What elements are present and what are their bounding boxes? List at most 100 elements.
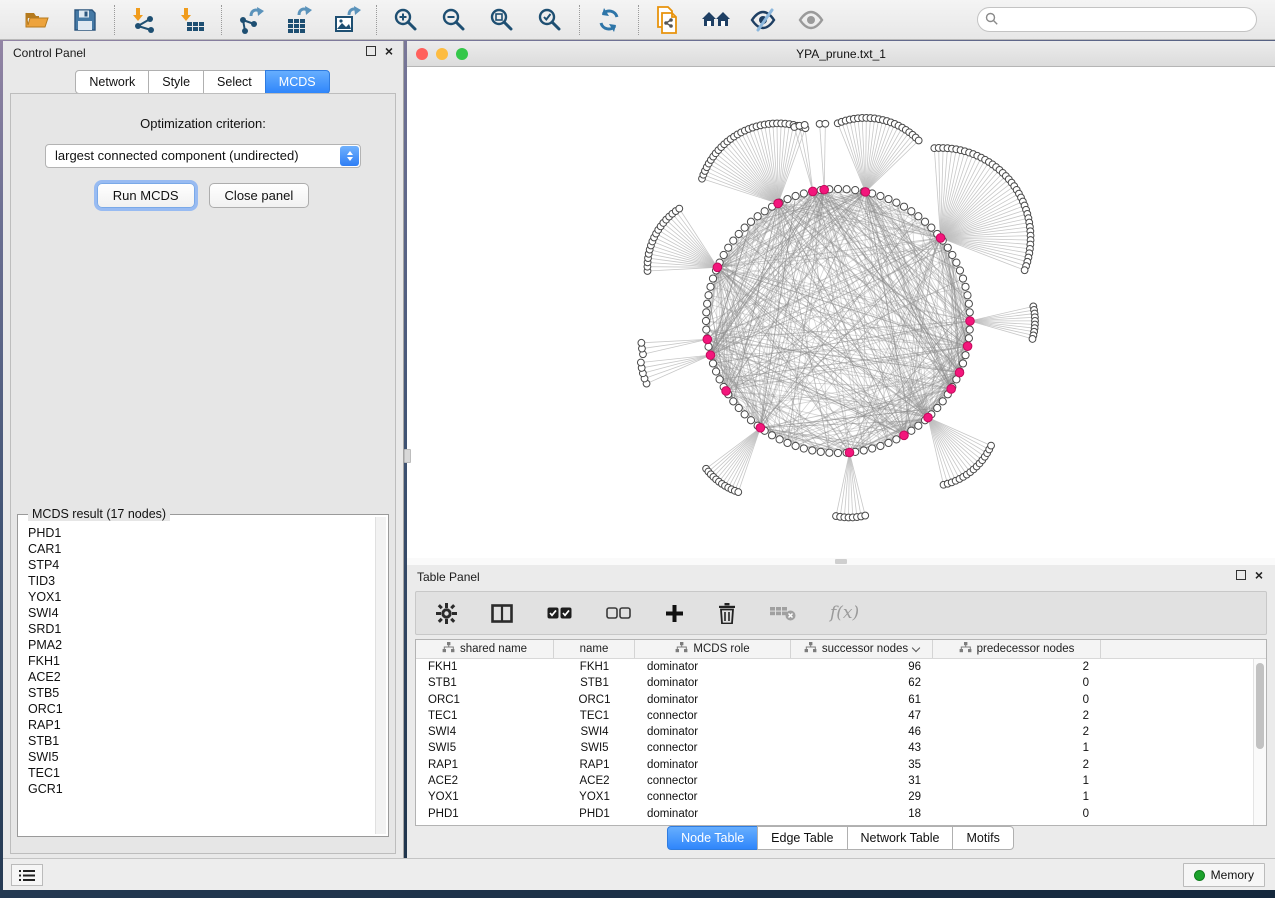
table-row[interactable]: STB1STB1dominator620 xyxy=(416,675,1253,691)
table-cell: dominator xyxy=(635,757,791,773)
table-cell: SWI5 xyxy=(554,740,635,756)
result-list-item[interactable]: STB5 xyxy=(28,685,366,701)
tab-select[interactable]: Select xyxy=(203,70,266,94)
hide-selected-icon[interactable] xyxy=(749,5,779,35)
result-list-item[interactable]: CAR1 xyxy=(28,541,366,557)
close-panel-icon[interactable]: × xyxy=(1255,570,1263,580)
delete-table-icon[interactable] xyxy=(770,605,796,621)
open-file-icon[interactable] xyxy=(22,5,52,35)
column-label: name xyxy=(580,643,609,655)
save-session-icon[interactable] xyxy=(70,5,100,35)
result-list-item[interactable]: RAP1 xyxy=(28,717,366,733)
export-network-icon[interactable] xyxy=(236,5,266,35)
tab-network-table[interactable]: Network Table xyxy=(847,826,954,850)
table-cell: 46 xyxy=(791,724,933,740)
column-header-name[interactable]: name xyxy=(554,640,635,658)
show-all-icon[interactable] xyxy=(797,5,827,35)
result-list-item[interactable]: GCR1 xyxy=(28,781,366,797)
result-list-item[interactable]: SWI4 xyxy=(28,605,366,621)
copy-style-icon[interactable] xyxy=(653,5,683,35)
table-row[interactable]: TEC1TEC1connector472 xyxy=(416,708,1253,724)
zoom-out-icon[interactable] xyxy=(439,5,469,35)
result-list-item[interactable]: FKH1 xyxy=(28,653,366,669)
result-list-item[interactable]: STP4 xyxy=(28,557,366,573)
table-cell: 61 xyxy=(791,692,933,708)
tab-mcds[interactable]: MCDS xyxy=(265,70,330,94)
show-panels-button[interactable] xyxy=(11,864,43,886)
network-canvas[interactable] xyxy=(407,67,1275,558)
tab-edge-table[interactable]: Edge Table xyxy=(757,826,847,850)
split-columns-icon[interactable] xyxy=(491,604,513,623)
result-list-item[interactable]: PMA2 xyxy=(28,637,366,653)
table-scrollbar[interactable] xyxy=(1253,659,1266,825)
result-list-item[interactable]: YOX1 xyxy=(28,589,366,605)
column-label: predecessor nodes xyxy=(977,643,1075,655)
zoom-selected-icon[interactable] xyxy=(535,5,565,35)
table-row[interactable]: SWI5SWI5connector431 xyxy=(416,740,1253,756)
column-header-MCDS-role[interactable]: MCDS role xyxy=(635,640,791,658)
result-scrollbar[interactable] xyxy=(375,517,386,834)
network-graph[interactable] xyxy=(407,67,1275,558)
settings-icon[interactable] xyxy=(436,603,457,624)
table-cell: 29 xyxy=(791,789,933,805)
tab-network[interactable]: Network xyxy=(75,70,149,94)
float-panel-icon[interactable] xyxy=(366,46,376,56)
delete-column-icon[interactable] xyxy=(718,603,736,624)
result-list-item[interactable]: SWI5 xyxy=(28,749,366,765)
first-neighbors-icon[interactable] xyxy=(701,5,731,35)
result-list-item[interactable]: PHD1 xyxy=(28,525,366,541)
table-cell: STB1 xyxy=(416,675,554,691)
table-row[interactable]: SWI4SWI4dominator462 xyxy=(416,724,1253,740)
column-label: shared name xyxy=(460,643,527,655)
column-header-predecessor-nodes[interactable]: predecessor nodes xyxy=(933,640,1101,658)
column-header-successor-nodes[interactable]: successor nodes xyxy=(791,640,933,658)
function-builder-icon[interactable]: f(x) xyxy=(830,603,859,623)
deselect-all-icon[interactable] xyxy=(606,607,631,619)
zoom-fit-icon[interactable] xyxy=(487,5,517,35)
close-panel-button[interactable]: Close panel xyxy=(209,183,310,208)
export-table-icon[interactable] xyxy=(284,5,314,35)
select-all-icon[interactable] xyxy=(547,607,572,619)
mcds-result-list[interactable]: PHD1CAR1STP4TID3YOX1SWI4SRD1PMA2FKH1ACE2… xyxy=(20,523,374,834)
horizontal-splitter[interactable] xyxy=(407,558,1275,565)
table-cell: RAP1 xyxy=(416,757,554,773)
run-mcds-button[interactable]: Run MCDS xyxy=(97,183,195,208)
column-label: MCDS role xyxy=(693,643,749,655)
table-row[interactable]: ACE2ACE2connector311 xyxy=(416,773,1253,789)
vertical-splitter-grip[interactable] xyxy=(404,449,411,463)
result-list-item[interactable]: TID3 xyxy=(28,573,366,589)
search-input[interactable] xyxy=(977,7,1257,32)
column-header-shared-name[interactable]: shared name xyxy=(416,640,554,658)
result-list-item[interactable]: ORC1 xyxy=(28,701,366,717)
memory-button[interactable]: Memory xyxy=(1183,863,1265,887)
memory-status-icon xyxy=(1194,870,1205,881)
table-row[interactable]: YOX1YOX1connector291 xyxy=(416,789,1253,805)
import-network-icon[interactable] xyxy=(129,5,159,35)
float-panel-icon[interactable] xyxy=(1236,570,1246,580)
table-row[interactable]: RAP1RAP1dominator352 xyxy=(416,757,1253,773)
table-cell: SWI5 xyxy=(416,740,554,756)
table-cell: 0 xyxy=(933,692,1101,708)
result-list-item[interactable]: ACE2 xyxy=(28,669,366,685)
table-cell: 18 xyxy=(791,806,933,822)
zoom-in-icon[interactable] xyxy=(391,5,421,35)
table-row[interactable]: FKH1FKH1dominator962 xyxy=(416,659,1253,675)
column-label: successor nodes xyxy=(822,643,908,655)
tab-motifs[interactable]: Motifs xyxy=(952,826,1013,850)
tab-node-table[interactable]: Node Table xyxy=(667,826,758,850)
table-cell: connector xyxy=(635,789,791,805)
add-column-icon[interactable] xyxy=(665,604,684,623)
result-list-item[interactable]: SRD1 xyxy=(28,621,366,637)
result-list-item[interactable]: TEC1 xyxy=(28,765,366,781)
table-row[interactable]: PHD1PHD1dominator180 xyxy=(416,806,1253,822)
close-panel-icon[interactable]: × xyxy=(385,46,393,56)
optimization-select[interactable]: largest connected component (undirected) xyxy=(45,144,361,168)
export-image-icon[interactable] xyxy=(332,5,362,35)
network-titlebar[interactable]: YPA_prune.txt_1 xyxy=(407,41,1275,67)
refresh-icon[interactable] xyxy=(594,5,624,35)
import-table-icon[interactable] xyxy=(177,5,207,35)
result-list-item[interactable]: STB1 xyxy=(28,733,366,749)
tab-style[interactable]: Style xyxy=(148,70,204,94)
table-cell: 31 xyxy=(791,773,933,789)
table-row[interactable]: ORC1ORC1dominator610 xyxy=(416,692,1253,708)
